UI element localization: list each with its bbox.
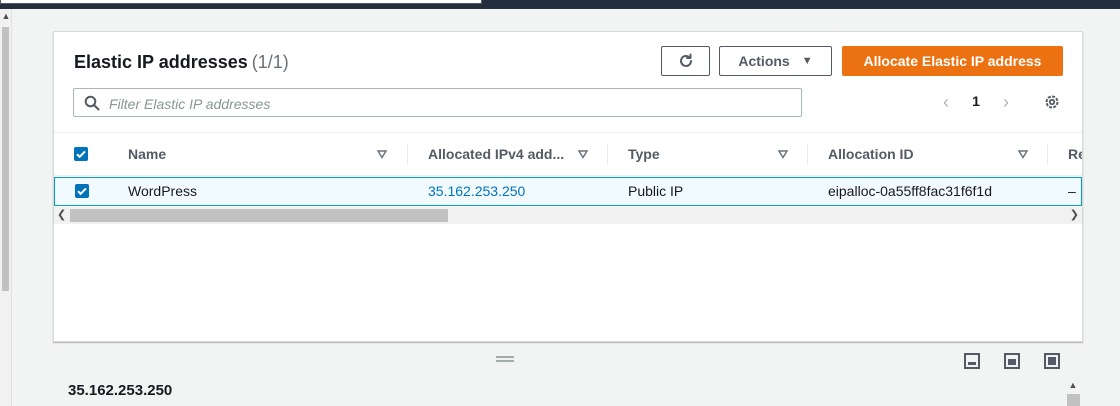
sort-icon[interactable] bbox=[778, 149, 788, 159]
cell-allocation-id: eipalloc-0a55ff8fac31f6f1d bbox=[828, 183, 992, 199]
checkmark-icon bbox=[76, 150, 86, 159]
top-bar-field[interactable] bbox=[0, 0, 482, 4]
detail-vertical-scrollbar[interactable]: ▲ bbox=[1064, 378, 1082, 406]
cell-type: Public IP bbox=[628, 183, 684, 199]
actions-dropdown-button[interactable]: Actions ▼ bbox=[719, 46, 832, 76]
next-page-icon[interactable]: › bbox=[998, 92, 1014, 112]
detail-scroll-thumb[interactable] bbox=[1067, 394, 1080, 406]
column-divider[interactable] bbox=[407, 143, 408, 165]
current-page-number[interactable]: 1 bbox=[970, 93, 982, 109]
previous-page-icon[interactable]: ‹ bbox=[938, 92, 954, 112]
caret-down-icon: ▼ bbox=[801, 55, 813, 67]
filter-search-box bbox=[73, 88, 802, 117]
refresh-button[interactable] bbox=[661, 46, 710, 76]
page-title-text: Elastic IP addresses bbox=[74, 52, 248, 72]
split-bottom-medium-icon[interactable] bbox=[1003, 352, 1021, 370]
split-panel-drag-handle-icon[interactable] bbox=[496, 355, 514, 363]
page-title: Elastic IP addresses (1/1) bbox=[74, 52, 289, 73]
scroll-right-icon[interactable]: ❯ bbox=[1070, 208, 1079, 221]
horizontal-scroll-thumb[interactable] bbox=[70, 209, 448, 222]
selection-count: (1/1) bbox=[251, 52, 289, 72]
sort-icon[interactable] bbox=[377, 149, 387, 159]
select-all-checkbox[interactable] bbox=[74, 147, 88, 161]
checkmark-icon bbox=[77, 187, 87, 196]
table-row[interactable]: WordPress 35.162.253.250 Public IP eipal… bbox=[54, 177, 1082, 206]
row-checkbox[interactable] bbox=[75, 184, 89, 198]
column-divider[interactable] bbox=[807, 143, 808, 165]
sort-icon[interactable] bbox=[578, 149, 588, 159]
scroll-left-icon[interactable]: ❮ bbox=[57, 208, 66, 221]
table-horizontal-scrollbar[interactable]: ❮ ❯ bbox=[54, 207, 1082, 224]
column-header-ipv4[interactable]: Allocated IPv4 add... bbox=[428, 133, 564, 175]
table-header: Name Allocated IPv4 add... Type Allocati… bbox=[54, 132, 1082, 176]
elastic-ip-table-panel: Elastic IP addresses (1/1) Actions ▼ Allo… bbox=[53, 31, 1083, 342]
actions-label: Actions bbox=[738, 53, 790, 69]
split-bottom-small-icon[interactable] bbox=[963, 352, 981, 370]
column-header-type[interactable]: Type bbox=[628, 133, 660, 175]
filter-input[interactable] bbox=[107, 92, 791, 115]
scroll-up-icon[interactable]: ▲ bbox=[1, 9, 11, 23]
detail-panel-title: 35.162.253.250 bbox=[68, 382, 173, 399]
allocate-label: Allocate Elastic IP address bbox=[863, 53, 1042, 69]
cell-truncated: – bbox=[1068, 183, 1076, 199]
gear-icon[interactable] bbox=[1043, 93, 1061, 111]
refresh-icon bbox=[679, 53, 692, 67]
search-icon bbox=[84, 95, 100, 111]
console-top-bar bbox=[0, 0, 1120, 9]
cell-ipv4-link[interactable]: 35.162.253.250 bbox=[428, 178, 525, 205]
scroll-up-icon[interactable]: ▲ bbox=[1064, 378, 1082, 392]
column-divider[interactable] bbox=[607, 143, 608, 165]
split-bottom-large-icon[interactable] bbox=[1043, 352, 1061, 370]
sort-icon[interactable] bbox=[1018, 149, 1028, 159]
cell-name: WordPress bbox=[128, 183, 197, 199]
column-divider[interactable] bbox=[1047, 143, 1048, 165]
page-scroll-thumb[interactable] bbox=[2, 27, 9, 291]
column-header-allocation-id[interactable]: Allocation ID bbox=[828, 133, 914, 175]
column-header-truncated[interactable]: Re bbox=[1068, 133, 1082, 175]
page-vertical-scrollbar[interactable]: ▲ bbox=[0, 9, 12, 406]
column-header-name[interactable]: Name bbox=[128, 133, 166, 175]
allocate-elastic-ip-button[interactable]: Allocate Elastic IP address bbox=[842, 46, 1063, 76]
